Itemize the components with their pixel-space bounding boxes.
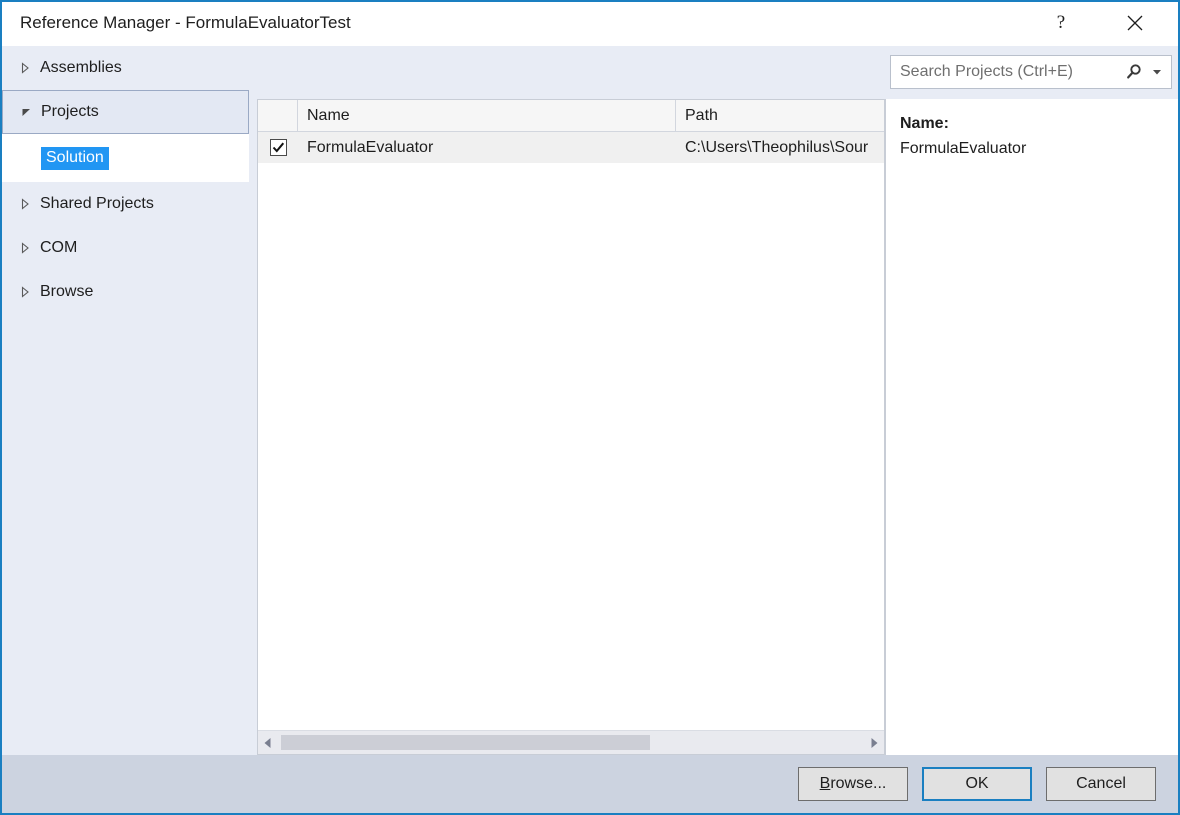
- column-header-checkbox[interactable]: [258, 100, 298, 131]
- search-icon[interactable]: [1121, 63, 1147, 81]
- page-title: Reference Manager - FormulaEvaluatorTest: [20, 13, 351, 33]
- list-header: Name Path: [258, 100, 884, 132]
- projects-list: Name Path FormulaEvaluator C:\Users\Theo…: [257, 99, 885, 755]
- sidebar-item-label: Assemblies: [40, 59, 122, 77]
- details-name-label: Name:: [900, 115, 1178, 133]
- help-glyph: ?: [1057, 12, 1065, 33]
- browse-accelerator: B: [820, 775, 831, 792]
- close-icon[interactable]: [1112, 2, 1158, 44]
- search-box[interactable]: [890, 55, 1172, 89]
- chevron-right-icon: [10, 286, 40, 298]
- scrollbar-thumb[interactable]: [281, 735, 650, 750]
- column-header-path[interactable]: Path: [676, 100, 884, 131]
- ok-button[interactable]: OK: [922, 767, 1032, 801]
- title-bar: Reference Manager - FormulaEvaluatorTest…: [2, 2, 1178, 46]
- sidebar-item-label: COM: [40, 239, 77, 257]
- chevron-right-icon: [10, 198, 40, 210]
- scrollbar-track[interactable]: [278, 731, 864, 754]
- details-name-value: FormulaEvaluator: [900, 140, 1178, 158]
- chevron-down-icon: [11, 106, 41, 118]
- arrow-right-icon[interactable]: [864, 737, 884, 749]
- sidebar-item-label: Shared Projects: [40, 195, 154, 213]
- dialog-footer: Browse... OK Cancel: [2, 755, 1178, 813]
- chevron-right-icon: [10, 62, 40, 74]
- sidebar-item-projects[interactable]: Projects: [2, 90, 249, 134]
- sidebar-subitem-solution[interactable]: Solution: [2, 134, 249, 182]
- checkbox-checked-icon[interactable]: [270, 139, 287, 156]
- row-path-cell: C:\Users\Theophilus\Sour: [676, 139, 884, 157]
- sidebar-item-label: Browse: [40, 283, 93, 301]
- horizontal-scrollbar[interactable]: [258, 730, 884, 754]
- chevron-down-icon[interactable]: [1147, 68, 1171, 76]
- row-name-cell: FormulaEvaluator: [298, 139, 676, 157]
- search-input[interactable]: [891, 56, 1121, 88]
- arrow-left-icon[interactable]: [258, 737, 278, 749]
- sidebar-item-assemblies[interactable]: Assemblies: [2, 46, 255, 90]
- table-row[interactable]: FormulaEvaluator C:\Users\Theophilus\Sou…: [258, 132, 884, 163]
- sidebar-item-label: Projects: [41, 103, 99, 121]
- list-body: FormulaEvaluator C:\Users\Theophilus\Sou…: [258, 132, 884, 163]
- chevron-right-icon: [10, 242, 40, 254]
- help-icon[interactable]: ?: [1038, 2, 1084, 44]
- browse-label-rest: rowse...: [830, 775, 886, 792]
- sidebar-item-browse[interactable]: Browse: [2, 270, 255, 314]
- category-sidebar: Assemblies Projects Solution Shared Proj…: [2, 46, 255, 755]
- row-checkbox-cell[interactable]: [258, 139, 298, 156]
- sidebar-item-com[interactable]: COM: [2, 226, 255, 270]
- sidebar-subitem-label: Solution: [41, 147, 109, 170]
- details-panel: Name: FormulaEvaluator: [885, 99, 1178, 755]
- reference-manager-dialog: Reference Manager - FormulaEvaluatorTest…: [0, 0, 1180, 815]
- cancel-button[interactable]: Cancel: [1046, 767, 1156, 801]
- browse-button[interactable]: Browse...: [798, 767, 908, 801]
- column-header-name[interactable]: Name: [298, 100, 676, 131]
- sidebar-item-shared-projects[interactable]: Shared Projects: [2, 182, 255, 226]
